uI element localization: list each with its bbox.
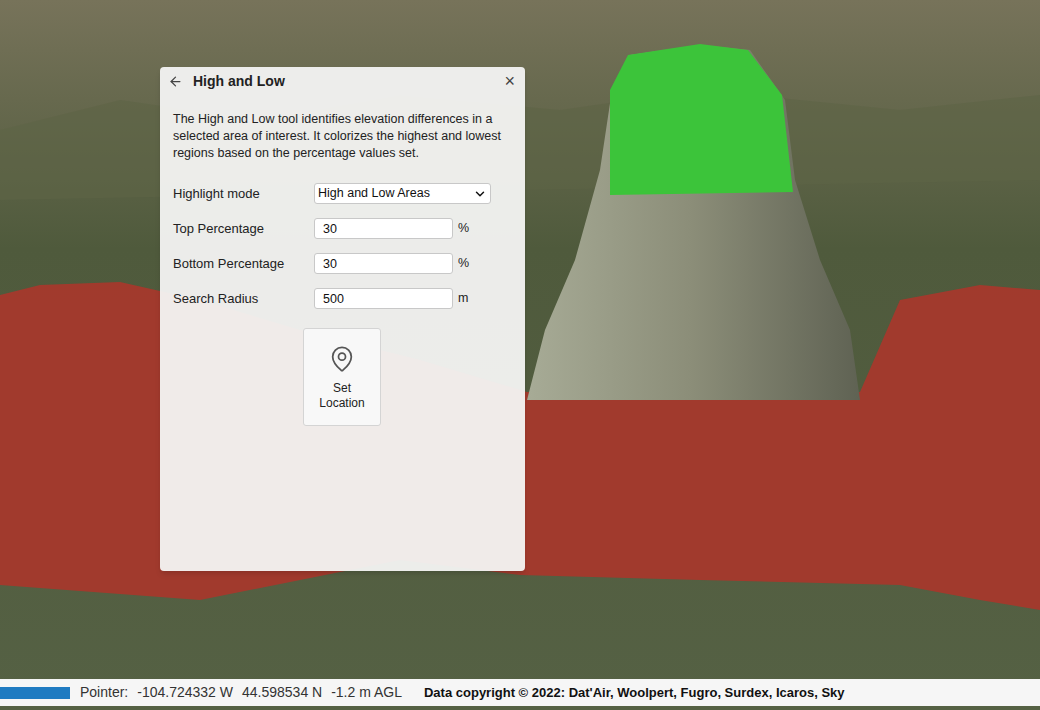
panel-header: High and Low ×: [160, 67, 525, 95]
back-arrow-icon[interactable]: [168, 74, 183, 89]
pointer-readout: Pointer:-104.724332 W44.598534 N-1.2 m A…: [80, 682, 402, 703]
set-location-label: Set Location: [314, 381, 370, 411]
panel-title: High and Low: [193, 71, 494, 92]
rock-tower: [527, 45, 860, 400]
app: High and Low × The High and Low tool ident…: [0, 0, 1040, 710]
value-input[interactable]: [314, 253, 453, 274]
field-label: Top Percentage: [173, 219, 314, 239]
unit-label: m: [458, 289, 468, 308]
form: Highlight modeHigh and Low AreasTop Perc…: [173, 176, 512, 316]
map-pin-icon: [328, 345, 356, 373]
panel-description: The High and Low tool identifies elevati…: [173, 111, 512, 162]
set-location-button[interactable]: Set Location: [303, 328, 381, 426]
unit-label: %: [458, 254, 469, 273]
form-row: Search Radius m: [173, 281, 512, 316]
close-button[interactable]: ×: [504, 72, 517, 90]
field-label: Search Radius: [173, 289, 314, 309]
high-area: [610, 44, 793, 195]
form-row: Highlight modeHigh and Low Areas: [173, 176, 512, 211]
chevron-down-icon: [473, 187, 487, 201]
mode-select[interactable]: High and Low Areas: [314, 183, 491, 204]
copyright-text: Data copyright © 2022: Dat'Air, Woolpert…: [424, 683, 845, 703]
high-and-low-panel: High and Low × The High and Low tool ident…: [160, 67, 525, 571]
field-label: Bottom Percentage: [173, 254, 314, 274]
value-input[interactable]: [314, 218, 453, 239]
form-row: Bottom Percentage%: [173, 246, 512, 281]
field-label: Highlight mode: [173, 184, 314, 204]
value-input[interactable]: [314, 288, 453, 309]
scale-bar: [0, 687, 70, 699]
unit-label: %: [458, 219, 469, 238]
panel-body: The High and Low tool identifies elevati…: [160, 95, 525, 426]
form-row: Top Percentage%: [173, 211, 512, 246]
status-bar: Pointer:-104.724332 W44.598534 N-1.2 m A…: [0, 679, 1040, 706]
